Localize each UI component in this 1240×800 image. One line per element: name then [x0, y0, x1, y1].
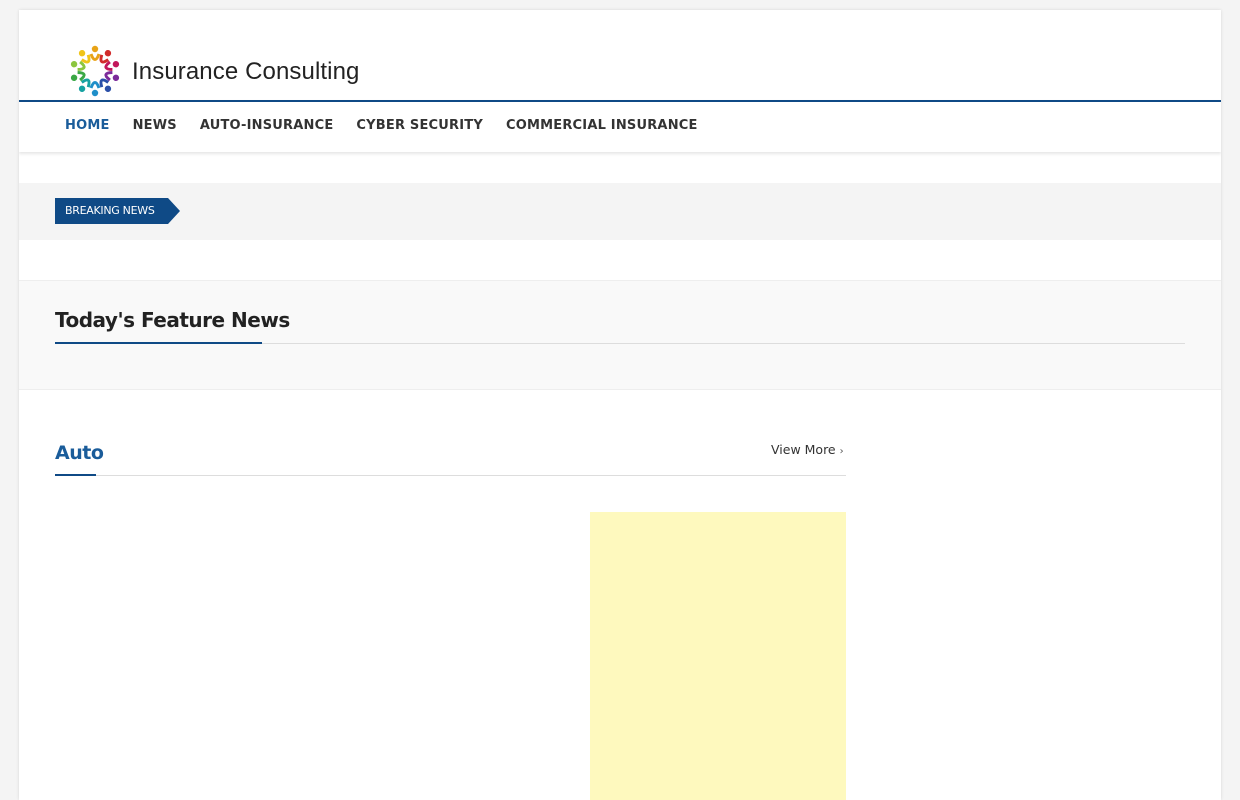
view-more-label: View More [771, 442, 836, 457]
logo-icon[interactable] [63, 40, 127, 102]
feature-divider-accent [55, 342, 262, 344]
section-divider [55, 475, 846, 476]
chevron-right-icon: › [839, 446, 844, 457]
feature-news-section: Today's Feature News [19, 280, 1221, 390]
feature-news-title: Today's Feature News [55, 308, 290, 332]
nav-item-news[interactable]: NEWS [133, 118, 177, 133]
section-title-auto[interactable]: Auto [55, 442, 104, 464]
section-divider-accent [55, 474, 96, 476]
view-more-link[interactable]: View More › [771, 442, 844, 457]
site-brand[interactable]: Insurance Consulting [132, 58, 359, 86]
page-container: Insurance Consulting HOME NEWS AUTO-INSU… [19, 10, 1221, 800]
breaking-news-label: BREAKING NEWS [55, 198, 180, 224]
main-nav: HOME NEWS AUTO-INSURANCE CYBER SECURITY … [19, 100, 1221, 152]
nav-item-cyber-security[interactable]: CYBER SECURITY [356, 118, 483, 133]
site-header: Insurance Consulting [19, 10, 1221, 100]
nav-item-home[interactable]: HOME [65, 118, 110, 133]
nav-item-commercial-insurance[interactable]: COMMERCIAL INSURANCE [506, 118, 698, 133]
breaking-news-bar: BREAKING NEWS [19, 183, 1221, 240]
ad-placeholder [590, 512, 846, 800]
nav-item-auto-insurance[interactable]: AUTO-INSURANCE [200, 118, 334, 133]
